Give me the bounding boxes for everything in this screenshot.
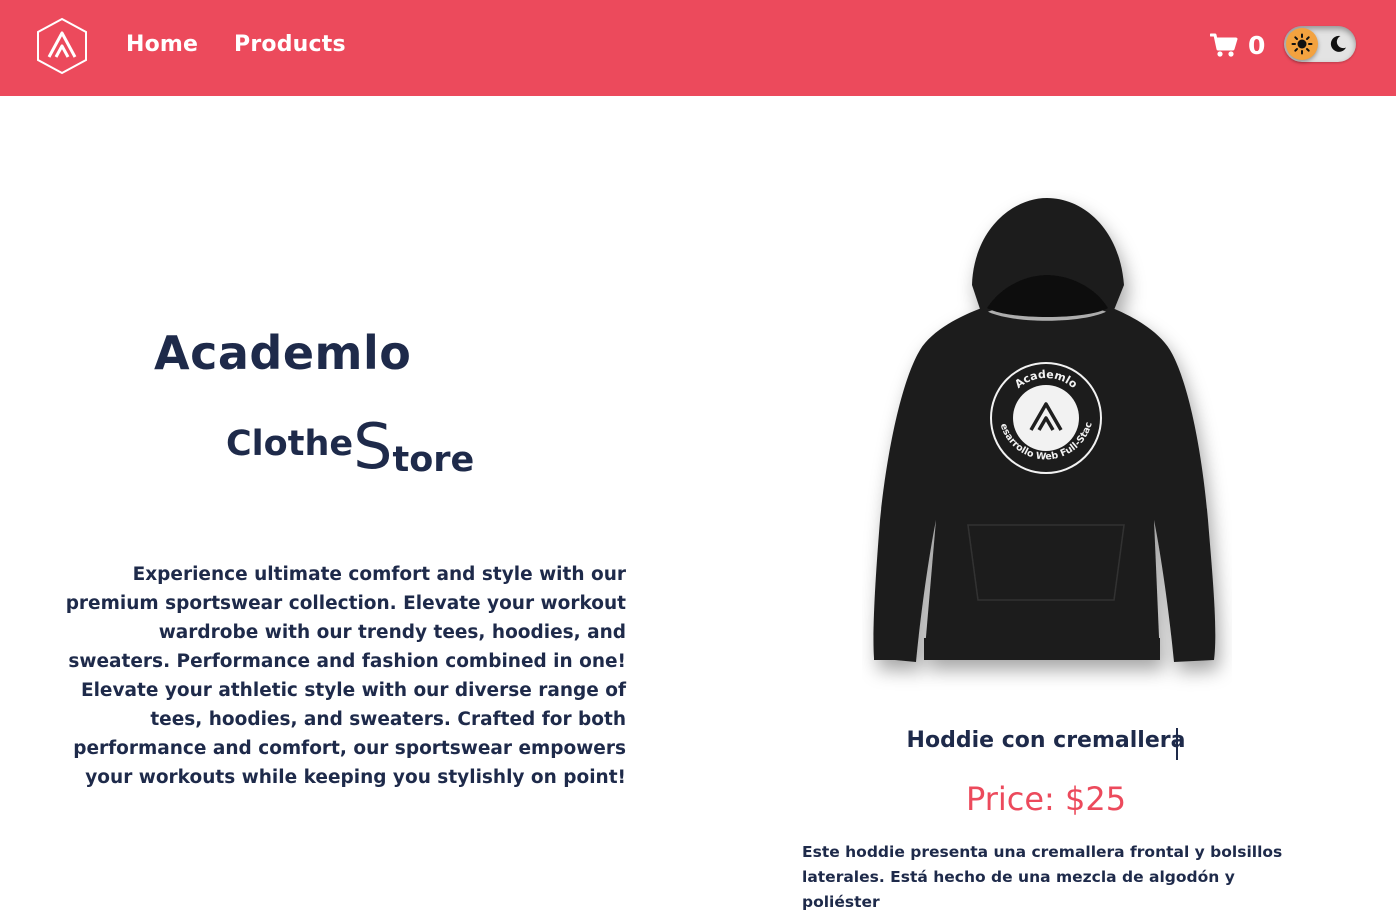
nav-home-link[interactable]: Home (126, 32, 198, 57)
intro-paragraph: Experience ultimate comfort and style wi… (65, 564, 626, 788)
brand-subtitle-big-letter: S (353, 410, 393, 483)
academlo-logo-icon (37, 17, 87, 75)
cart-count: 0 (1248, 30, 1266, 60)
product-price: Price: $25 (965, 780, 1127, 818)
brand-subtitle-part-2: tore (392, 440, 475, 480)
product-description: Este hoddie presenta una cremallera fron… (802, 843, 1283, 911)
sun-icon (1291, 33, 1313, 55)
theme-toggle-knob (1286, 28, 1318, 60)
theme-toggle[interactable] (1284, 26, 1356, 62)
brand-title: Academlo (154, 326, 412, 380)
academlo-logo[interactable] (36, 17, 88, 75)
brand-subtitle: ClotheStore (226, 416, 475, 484)
black-hoodie-image: Academlo Desarrollo Web Full-Stack (858, 182, 1216, 662)
brand-subtitle-part-1: Clothe (226, 424, 354, 464)
top-navbar: Home Products 0 (0, 0, 1396, 96)
product-name: Hoddie con cremallera (906, 728, 1186, 753)
cart-button[interactable]: 0 (1210, 30, 1265, 60)
product-image[interactable]: Academlo Desarrollo Web Full-Stack (858, 182, 1232, 710)
text-cursor (1176, 728, 1178, 760)
nav-products-link[interactable]: Products (234, 32, 346, 57)
cart-icon (1210, 33, 1238, 57)
moon-icon (1330, 35, 1346, 52)
